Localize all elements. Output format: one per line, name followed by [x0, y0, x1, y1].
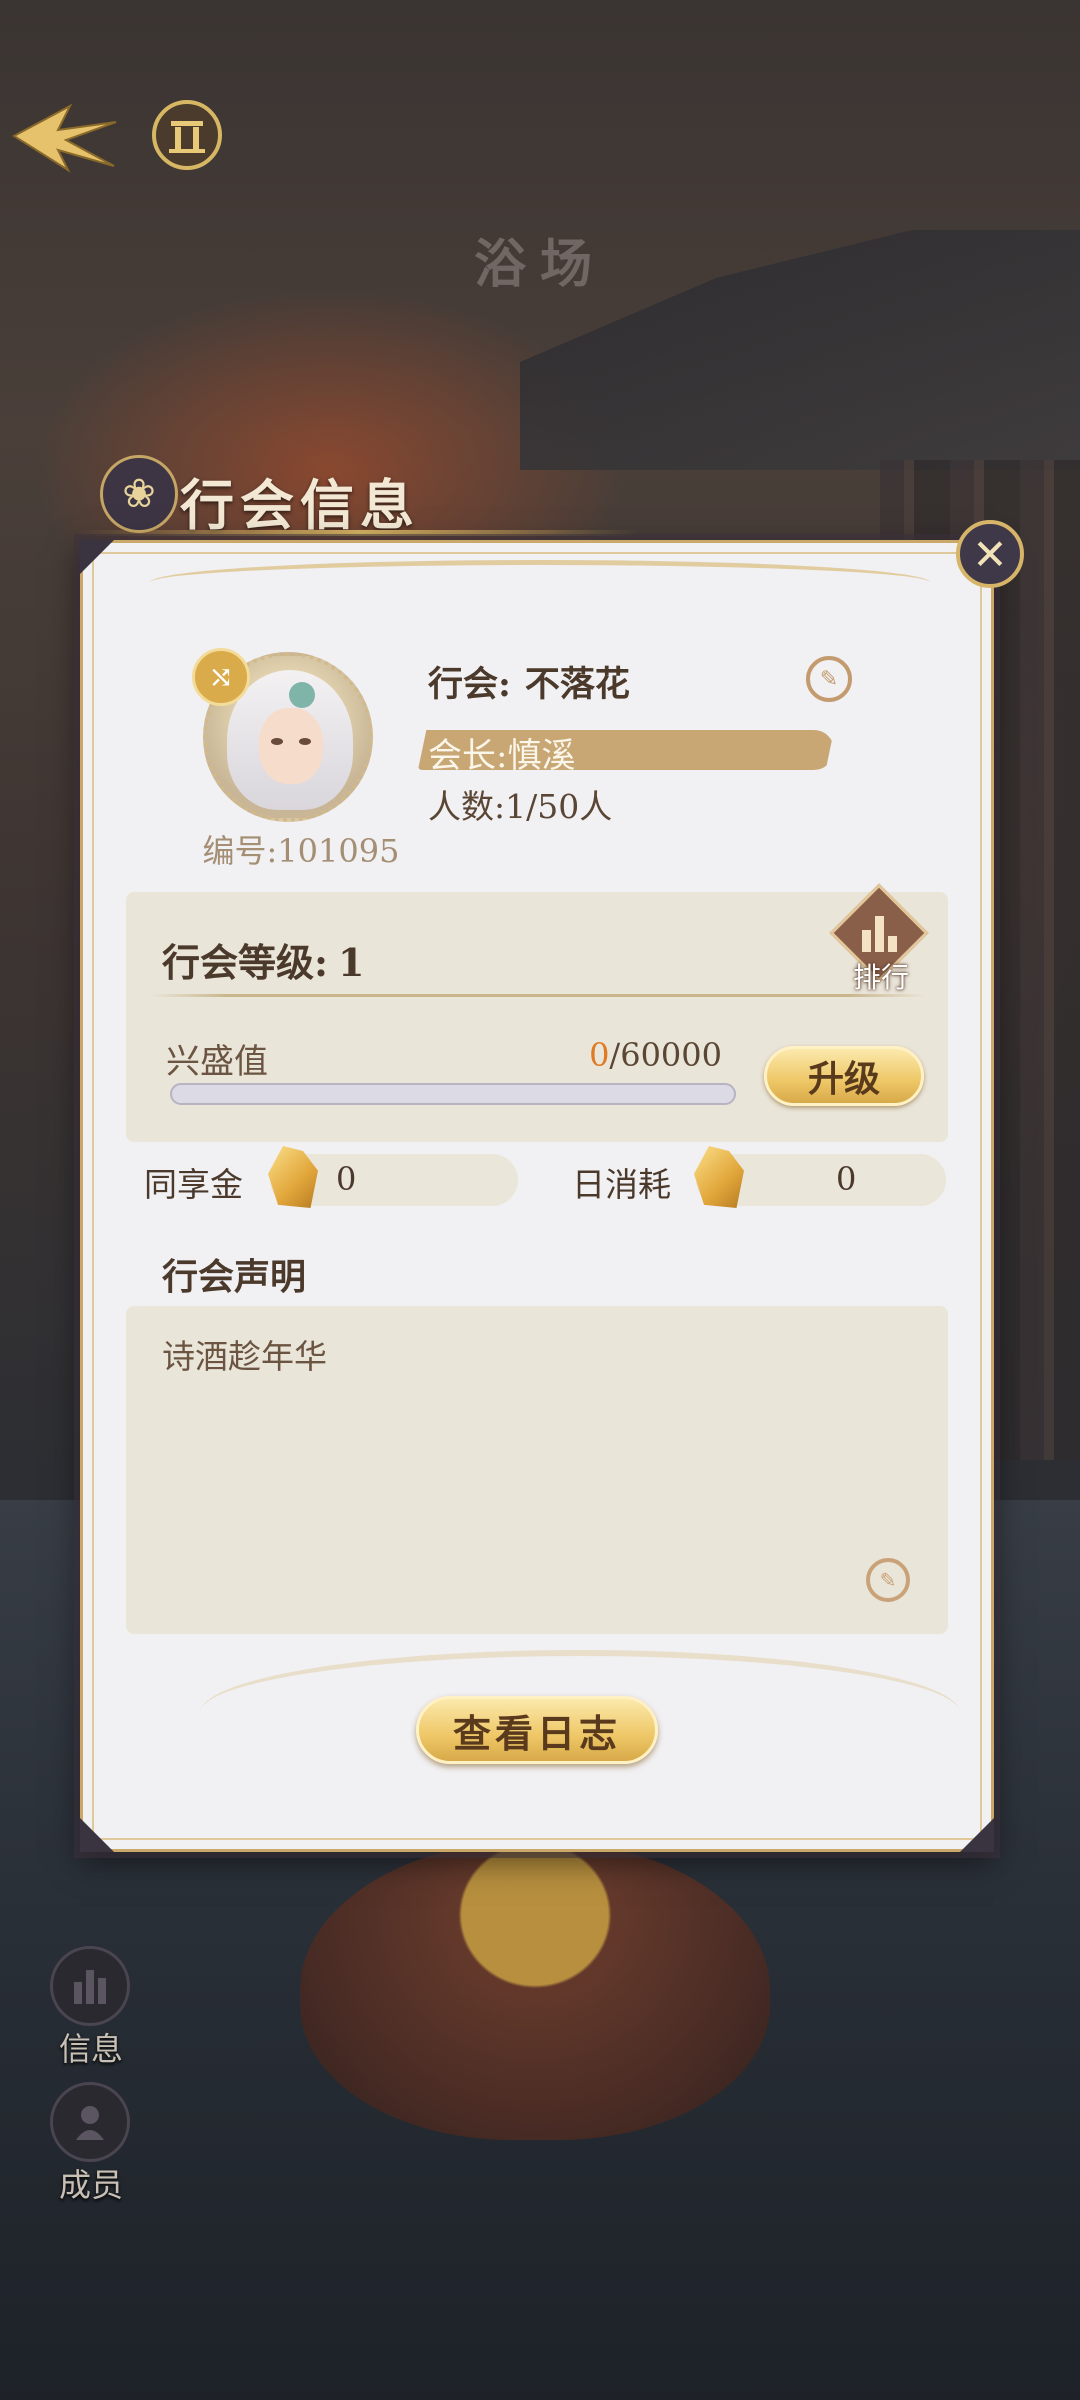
header-divider — [80, 530, 640, 536]
declaration-title: 行会声明 — [162, 1256, 307, 1298]
member-count-row: 人数:1/50人 — [428, 780, 612, 828]
side-nav-members[interactable]: 成员 — [48, 2082, 134, 2204]
back-arrow-icon — [12, 103, 117, 173]
level-divider — [150, 994, 926, 997]
shuffle-icon[interactable]: ⤭ — [192, 648, 250, 706]
shared-gold-label: 同享金 — [144, 1165, 243, 1204]
upgrade-button[interactable]: 升级 — [764, 1046, 924, 1106]
panel-header: ❀ 行会信息 — [100, 455, 560, 537]
guild-level-value: 1 — [338, 940, 365, 985]
treasure-pot-decoration — [300, 1840, 770, 2140]
side-nav-label: 成员 — [58, 2166, 123, 2204]
edit-icon: ✎ — [879, 1568, 897, 1592]
scene-title: 浴场 — [473, 234, 606, 295]
pillars-icon — [169, 121, 205, 153]
prosperity-label: 兴盛值 — [166, 1042, 268, 1082]
guild-level-label: 行会等级: — [162, 940, 329, 985]
prosperity-max: /60000 — [609, 1036, 722, 1074]
guild-leader-row: 会长:慎溪 — [428, 728, 575, 777]
buildings-icon — [50, 1946, 130, 2026]
member-count-label: 人数: — [428, 787, 506, 826]
close-icon: ✕ — [972, 529, 1008, 579]
guild-emblem-icon: ❀ — [100, 455, 178, 533]
member-icon — [50, 2082, 130, 2162]
ranking-button[interactable]: 排行 — [829, 883, 930, 994]
daily-cost-value: 0 — [836, 1160, 857, 1198]
guild-name-row: 行会: 不落花 — [428, 656, 630, 707]
prosperity-current: 0 — [589, 1036, 610, 1074]
edit-declaration-button[interactable]: ✎ — [866, 1558, 910, 1602]
view-log-button[interactable]: 查看日志 — [416, 1696, 658, 1764]
daily-cost-label: 日消耗 — [572, 1165, 671, 1204]
guild-id: 编号:101095 — [202, 832, 400, 870]
close-button[interactable]: ✕ — [956, 520, 1024, 588]
prosperity-value: 0/60000 — [500, 1036, 722, 1074]
guild-level: 行会等级: 1 — [162, 932, 364, 987]
shared-gold-value: 0 — [336, 1160, 357, 1198]
leader-label: 会长: — [428, 736, 508, 776]
side-nav-label: 信息 — [58, 2030, 123, 2068]
prosperity-progress-bar — [170, 1083, 736, 1105]
side-nav-info[interactable]: 信息 — [48, 1946, 134, 2068]
ranking-label: 排行 — [852, 961, 909, 994]
guild-name-value: 不落花 — [524, 664, 630, 705]
declaration-text: 诗酒趁年华 — [162, 1337, 327, 1376]
edit-name-button[interactable]: ✎ — [806, 656, 852, 702]
panel-title: 行会信息 — [180, 473, 420, 537]
back-button[interactable] — [10, 100, 120, 174]
leader-value: 慎溪 — [507, 736, 576, 776]
edit-icon: ✎ — [819, 666, 839, 692]
guild-name-label: 行会: — [428, 664, 511, 705]
guild-hall-icon[interactable] — [152, 100, 222, 170]
panel-ornament — [150, 560, 930, 605]
member-count-value: 1/50人 — [505, 787, 613, 826]
